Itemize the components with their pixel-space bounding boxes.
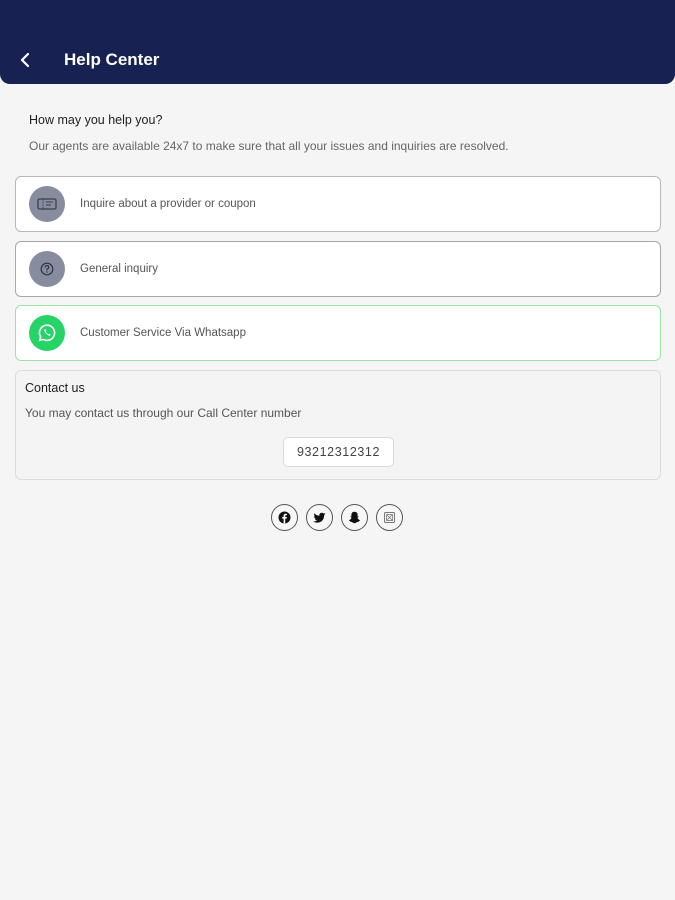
snapchat-icon[interactable] xyxy=(341,504,368,531)
general-inquiry-option[interactable]: General inquiry xyxy=(15,241,661,297)
option-label: Inquire about a provider or coupon xyxy=(80,198,256,210)
contact-card: Contact us You may contact us through ou… xyxy=(15,370,661,480)
ticket-icon xyxy=(29,186,65,222)
option-label: General inquiry xyxy=(80,263,158,275)
option-label: Customer Service Via Whatsapp xyxy=(80,327,246,339)
contact-subtitle: You may contact us through our Call Cent… xyxy=(25,406,302,420)
app-header: Help Center xyxy=(0,0,675,84)
whatsapp-icon xyxy=(29,315,65,351)
chevron-left-icon xyxy=(20,52,30,68)
question-icon xyxy=(29,251,65,287)
social-links xyxy=(271,504,403,531)
help-subheading: Our agents are available 24x7 to make su… xyxy=(29,139,509,153)
help-heading: How may you help you? xyxy=(29,113,163,127)
instagram-icon[interactable] xyxy=(376,504,403,531)
back-button[interactable] xyxy=(14,48,36,72)
contact-title: Contact us xyxy=(25,381,85,395)
facebook-icon[interactable] xyxy=(271,504,298,531)
inquire-provider-coupon-option[interactable]: Inquire about a provider or coupon xyxy=(15,176,661,232)
twitter-icon[interactable] xyxy=(306,504,333,531)
call-center-number-button[interactable]: 93212312312 xyxy=(283,437,394,467)
page-title: Help Center xyxy=(64,50,160,69)
whatsapp-option[interactable]: Customer Service Via Whatsapp xyxy=(15,305,661,361)
